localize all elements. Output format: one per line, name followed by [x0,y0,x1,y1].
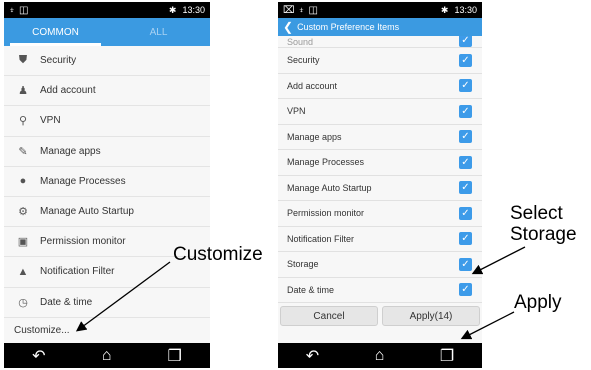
list-item-security[interactable]: ⛊ Security [4,46,210,77]
annotation-apply: Apply [514,292,562,313]
status-bar: ⍖ ◫ ✱ 13:30 [4,2,210,18]
page-title: Custom Preference Items [297,22,400,32]
checkbox-checked[interactable]: ✓ [459,53,472,67]
pref-item-date-time[interactable]: Date & time ✓ [278,278,482,303]
preference-list: Sound ✓ Security ✓ Add account ✓ VPN ✓ Manag… [278,36,482,303]
list-item-label: Permission monitor [287,208,365,219]
customize-button[interactable]: Customize... [4,318,210,344]
annotation-storage: Storage [510,224,577,245]
home-icon[interactable]: ⌂ [102,347,112,365]
bluetooth-icon: ✱ [168,4,177,15]
list-item-date-time[interactable]: ◷ Date & time [4,288,210,318]
list-item-label: Storage [287,259,319,270]
list-item-label: Manage apps [40,145,101,157]
list-item-label: Add account [287,80,338,91]
checkbox-checked[interactable]: ✓ [459,257,472,271]
list-item-label: Date & time [40,296,93,308]
checkbox-checked[interactable]: ✓ [459,155,472,169]
list-item-label: Date & time [287,284,335,295]
list-item-label: Sound [287,37,314,47]
pref-item-security[interactable]: Security ✓ [278,48,482,74]
apply-button[interactable]: Apply(14) [382,306,480,326]
recent-apps-icon[interactable]: ❐ [168,346,182,366]
filter-icon: ▲ [17,265,29,278]
button-row: Cancel Apply(14) [278,303,482,329]
list-item-label: VPN [40,115,61,127]
status-bar: ⌧ ⍖ ◫ ✱ 13:30 [278,2,482,18]
home-icon[interactable]: ⌂ [375,347,385,365]
list-item-label: Manage Auto Startup [287,182,372,193]
pref-item-auto-startup[interactable]: Manage Auto Startup ✓ [278,176,482,201]
processes-icon: ● [19,175,27,188]
phone-screen-custom-preferences: ⌧ ⍖ ◫ ✱ 13:30 ❮ Custom Preference Items … [278,2,482,368]
list-item-label: Manage Processes [287,157,365,168]
list-item-label: Permission monitor [40,236,126,248]
picture-icon: ⌧ [283,4,295,16]
shop-icon: ◫ [308,4,318,16]
list-item-label: Notification Filter [40,266,115,278]
cancel-button[interactable]: Cancel [280,306,378,326]
clock-icon: ◷ [18,296,28,309]
recent-apps-icon[interactable]: ❐ [440,346,454,366]
usb-icon: ⍖ [298,4,305,16]
checkbox-checked[interactable]: ✓ [459,206,472,220]
list-item-label: Notification Filter [287,233,355,244]
person-add-icon: ♟ [18,85,28,98]
checkbox-checked[interactable]: ✓ [459,232,472,246]
back-icon[interactable]: ↶ [32,346,45,366]
checkbox-checked[interactable]: ✓ [459,130,472,144]
gear-icon: ⚙ [18,206,28,219]
wrench-icon: ✎ [18,145,28,158]
list-item-label: Security [40,55,77,67]
settings-list: ⛊ Security ♟ Add account ⚲ VPN ✎ Manage apps… [4,46,210,344]
pref-item-permission-monitor[interactable]: Permission monitor ✓ [278,201,482,227]
clock-time: 13:30 [454,5,477,15]
back-icon[interactable]: ↶ [306,346,319,366]
checkbox-checked[interactable]: ✓ [459,36,472,47]
checkbox-checked[interactable]: ✓ [459,79,472,93]
list-item-label: Security [287,55,320,66]
list-item-partial[interactable]: Sound ✓ [278,36,482,48]
shield-icon: ⛊ [18,54,28,67]
list-item-auto-startup[interactable]: ⚙ Manage Auto Startup [4,197,210,228]
clock-time: 13:30 [182,5,205,15]
list-item-label: VPN [287,106,306,117]
list-item-label: Manage Auto Startup [40,206,134,218]
pref-item-manage-apps[interactable]: Manage apps ✓ [278,125,482,150]
list-item-add-account[interactable]: ♟ Add account [4,76,210,107]
checkbox-checked[interactable]: ✓ [459,283,472,297]
back-arrow-icon[interactable]: ❮ [283,20,293,34]
tab-bar: COMMON ALL [4,18,210,46]
pref-item-notification-filter[interactable]: Notification Filter ✓ [278,227,482,252]
phone-screen-settings: ⍖ ◫ ✱ 13:30 COMMON ALL ⛊ Security ♟ Add ac… [4,2,210,368]
checkbox-checked[interactable]: ✓ [459,181,472,195]
pref-item-storage[interactable]: Storage ✓ [278,252,482,278]
list-item-manage-processes[interactable]: ● Manage Processes [4,167,210,197]
list-item-manage-apps[interactable]: ✎ Manage apps [4,137,210,167]
nav-bar: ↶ ⌂ ❐ [278,343,482,368]
nav-bar: ↶ ⌂ ❐ [4,343,210,368]
shop-icon: ◫ [19,4,29,16]
list-item-label: Manage Processes [40,175,126,187]
checkbox-checked[interactable]: ✓ [459,104,472,118]
title-bar: ❮ Custom Preference Items [278,18,482,36]
pref-item-manage-processes[interactable]: Manage Processes ✓ [278,150,482,176]
pref-item-vpn[interactable]: VPN ✓ [278,99,482,125]
image-icon: ▣ [17,236,29,249]
pref-item-add-account[interactable]: Add account ✓ [278,74,482,99]
list-item-label: Manage apps [287,131,342,142]
tab-common[interactable]: COMMON [4,18,107,46]
list-item-label: Add account [40,85,96,97]
bluetooth-icon: ✱ [440,4,449,15]
annotation-customize: Customize [173,244,263,265]
annotation-select: Select [510,203,563,224]
usb-icon: ⍖ [9,4,15,16]
tab-all[interactable]: ALL [107,18,210,46]
list-item-vpn[interactable]: ⚲ VPN [4,106,210,137]
vpn-icon: ⚲ [18,115,28,128]
